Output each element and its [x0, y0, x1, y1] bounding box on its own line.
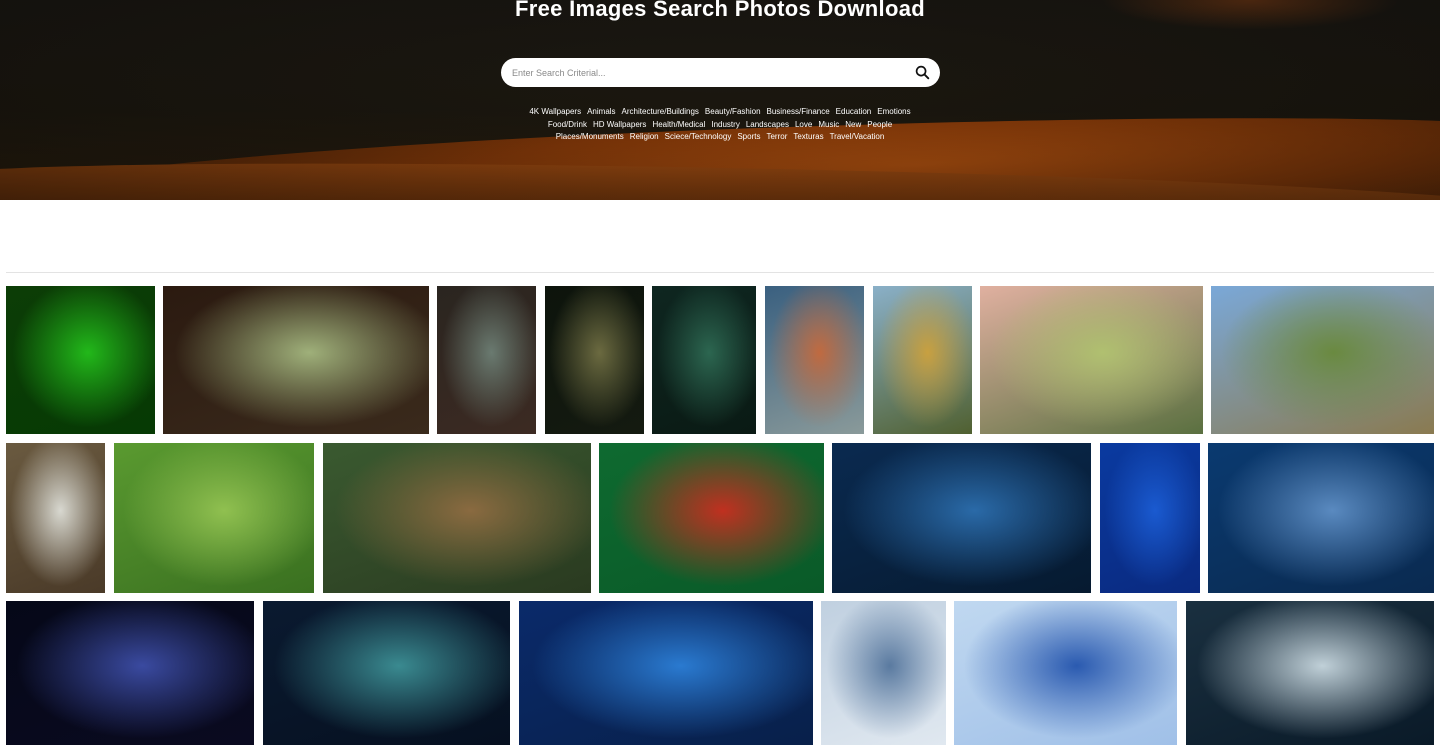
gallery-image-lightning-night-sky[interactable] [6, 601, 254, 745]
gallery-image-dark-jungle-light[interactable] [545, 286, 644, 434]
gallery-image-monkey-resting-log[interactable] [323, 443, 591, 593]
gallery-image-light-streaks-tunnel[interactable] [1186, 601, 1434, 745]
category-link[interactable]: Health/Medical [652, 119, 705, 132]
category-link[interactable]: 4K Wallpapers [529, 106, 581, 119]
gallery-image-japanese-bedroom-window[interactable] [163, 286, 429, 434]
gallery-image-beach-huts[interactable] [765, 286, 864, 434]
gallery-image-tropical-leaves[interactable] [652, 286, 756, 434]
section-divider [6, 272, 1434, 273]
search-icon[interactable] [915, 65, 930, 80]
gallery-image-city-skyline-night[interactable] [832, 443, 1091, 593]
category-link[interactable]: People [867, 119, 892, 132]
gallery-image-wooden-surfboards[interactable] [437, 286, 536, 434]
category-link[interactable]: Sciece/Technology [665, 131, 732, 144]
category-link[interactable]: Industry [711, 119, 739, 132]
gallery-image-green-neon-portrait[interactable] [6, 286, 155, 434]
category-links: 4K Wallpapers Animals Architecture/Buildin… [520, 106, 920, 144]
category-link[interactable]: Animals [587, 106, 615, 119]
search-bar[interactable]: Enter Search Criterial... [501, 58, 940, 87]
category-link[interactable]: Landscapes [746, 119, 789, 132]
gallery-image-cabin-hill-landscape[interactable] [1211, 286, 1434, 434]
gallery-image-water-ripples-blue[interactable] [1208, 443, 1434, 593]
category-link[interactable]: Texturas [793, 131, 823, 144]
gallery-image-white-dog-hillside[interactable] [6, 443, 105, 593]
hero-background-shade [0, 0, 1440, 200]
category-link[interactable]: Terror [766, 131, 787, 144]
category-link[interactable]: Love [795, 119, 812, 132]
page-title: Free Images Search Photos Download [515, 0, 925, 21]
hero-banner: Free Images Search Photos Download Enter… [0, 0, 1440, 200]
category-link[interactable]: Travel/Vacation [830, 131, 885, 144]
category-link[interactable]: Beauty/Fashion [705, 106, 761, 119]
category-link[interactable]: Music [818, 119, 839, 132]
gallery-image-soap-bubble-cells[interactable] [954, 601, 1177, 745]
gallery-image-man-lying-meadow[interactable] [114, 443, 314, 593]
category-link[interactable]: New [845, 119, 861, 132]
category-link[interactable]: Architecture/Buildings [622, 106, 699, 119]
gallery-image-glass-building-sky[interactable] [821, 601, 946, 745]
search-input[interactable]: Enter Search Criterial... [512, 68, 606, 78]
gallery-image-blue-forest-road[interactable] [519, 601, 813, 745]
gallery-image-dog-christmas-elf-hat[interactable] [599, 443, 824, 593]
gallery-image-aurora-cave[interactable] [263, 601, 510, 745]
category-link[interactable]: Religion [630, 131, 659, 144]
category-link[interactable]: Emotions [877, 106, 910, 119]
gallery-image-camper-roof-tent[interactable] [873, 286, 972, 434]
category-link[interactable]: Sports [737, 131, 760, 144]
category-link[interactable]: Places/Monuments [556, 131, 624, 144]
gallery-image-woman-arms-raised-field[interactable] [980, 286, 1203, 434]
category-link[interactable]: HD Wallpapers [593, 119, 647, 132]
gallery-image-blue-wood-planks[interactable] [1100, 443, 1200, 593]
category-link[interactable]: Food/Drink [548, 119, 587, 132]
category-link[interactable]: Education [836, 106, 872, 119]
category-link[interactable]: Business/Finance [767, 106, 830, 119]
